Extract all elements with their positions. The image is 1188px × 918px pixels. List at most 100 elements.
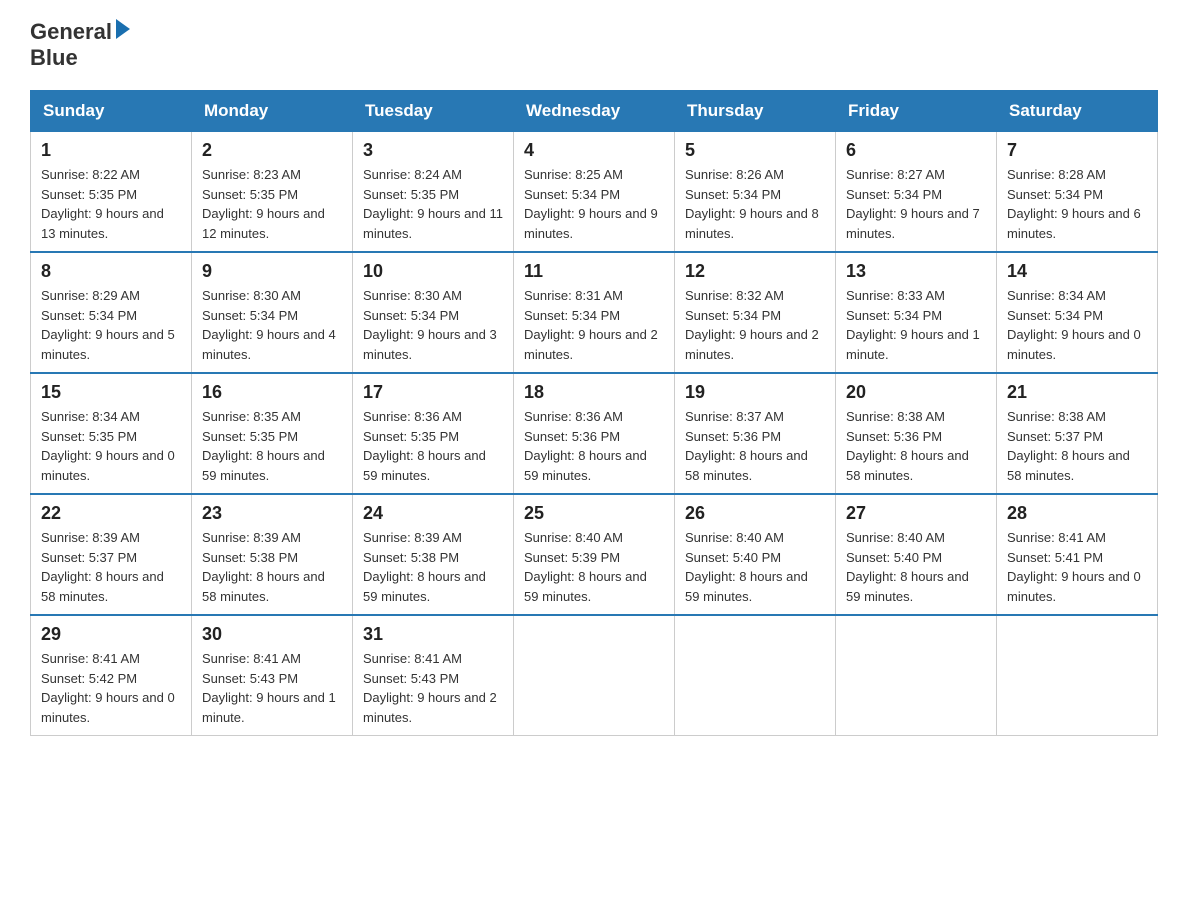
day-number: 7: [1007, 140, 1147, 161]
col-header-monday: Monday: [192, 91, 353, 132]
day-number: 8: [41, 261, 181, 282]
day-number: 22: [41, 503, 181, 524]
day-number: 1: [41, 140, 181, 161]
day-number: 30: [202, 624, 342, 645]
day-info: Sunrise: 8:41 AM Sunset: 5:43 PM Dayligh…: [363, 649, 503, 727]
day-cell: 15 Sunrise: 8:34 AM Sunset: 5:35 PM Dayl…: [31, 373, 192, 494]
day-info: Sunrise: 8:36 AM Sunset: 5:36 PM Dayligh…: [524, 407, 664, 485]
day-cell: 1 Sunrise: 8:22 AM Sunset: 5:35 PM Dayli…: [31, 132, 192, 253]
day-number: 31: [363, 624, 503, 645]
day-info: Sunrise: 8:39 AM Sunset: 5:38 PM Dayligh…: [202, 528, 342, 606]
day-cell: 20 Sunrise: 8:38 AM Sunset: 5:36 PM Dayl…: [836, 373, 997, 494]
logo-blue: Blue: [30, 46, 78, 70]
day-cell: [514, 615, 675, 736]
day-info: Sunrise: 8:38 AM Sunset: 5:37 PM Dayligh…: [1007, 407, 1147, 485]
day-cell: 17 Sunrise: 8:36 AM Sunset: 5:35 PM Dayl…: [353, 373, 514, 494]
day-number: 9: [202, 261, 342, 282]
day-number: 12: [685, 261, 825, 282]
week-row-5: 29 Sunrise: 8:41 AM Sunset: 5:42 PM Dayl…: [31, 615, 1158, 736]
day-info: Sunrise: 8:36 AM Sunset: 5:35 PM Dayligh…: [363, 407, 503, 485]
day-info: Sunrise: 8:38 AM Sunset: 5:36 PM Dayligh…: [846, 407, 986, 485]
day-number: 17: [363, 382, 503, 403]
day-number: 2: [202, 140, 342, 161]
day-cell: 26 Sunrise: 8:40 AM Sunset: 5:40 PM Dayl…: [675, 494, 836, 615]
day-number: 21: [1007, 382, 1147, 403]
day-number: 10: [363, 261, 503, 282]
day-cell: 28 Sunrise: 8:41 AM Sunset: 5:41 PM Dayl…: [997, 494, 1158, 615]
day-number: 27: [846, 503, 986, 524]
page-header: General Blue: [30, 20, 1158, 70]
day-info: Sunrise: 8:40 AM Sunset: 5:40 PM Dayligh…: [685, 528, 825, 606]
day-info: Sunrise: 8:22 AM Sunset: 5:35 PM Dayligh…: [41, 165, 181, 243]
day-cell: 21 Sunrise: 8:38 AM Sunset: 5:37 PM Dayl…: [997, 373, 1158, 494]
day-number: 25: [524, 503, 664, 524]
day-cell: 8 Sunrise: 8:29 AM Sunset: 5:34 PM Dayli…: [31, 252, 192, 373]
col-header-wednesday: Wednesday: [514, 91, 675, 132]
day-info: Sunrise: 8:34 AM Sunset: 5:35 PM Dayligh…: [41, 407, 181, 485]
day-number: 15: [41, 382, 181, 403]
day-info: Sunrise: 8:41 AM Sunset: 5:42 PM Dayligh…: [41, 649, 181, 727]
day-cell: 27 Sunrise: 8:40 AM Sunset: 5:40 PM Dayl…: [836, 494, 997, 615]
day-cell: 19 Sunrise: 8:37 AM Sunset: 5:36 PM Dayl…: [675, 373, 836, 494]
day-info: Sunrise: 8:34 AM Sunset: 5:34 PM Dayligh…: [1007, 286, 1147, 364]
day-cell: 11 Sunrise: 8:31 AM Sunset: 5:34 PM Dayl…: [514, 252, 675, 373]
day-number: 29: [41, 624, 181, 645]
header-row: SundayMondayTuesdayWednesdayThursdayFrid…: [31, 91, 1158, 132]
day-cell: 7 Sunrise: 8:28 AM Sunset: 5:34 PM Dayli…: [997, 132, 1158, 253]
calendar-table: SundayMondayTuesdayWednesdayThursdayFrid…: [30, 90, 1158, 736]
day-cell: 10 Sunrise: 8:30 AM Sunset: 5:34 PM Dayl…: [353, 252, 514, 373]
day-info: Sunrise: 8:41 AM Sunset: 5:41 PM Dayligh…: [1007, 528, 1147, 606]
day-cell: 6 Sunrise: 8:27 AM Sunset: 5:34 PM Dayli…: [836, 132, 997, 253]
day-cell: [997, 615, 1158, 736]
day-info: Sunrise: 8:39 AM Sunset: 5:38 PM Dayligh…: [363, 528, 503, 606]
day-number: 3: [363, 140, 503, 161]
day-number: 23: [202, 503, 342, 524]
day-number: 4: [524, 140, 664, 161]
day-info: Sunrise: 8:41 AM Sunset: 5:43 PM Dayligh…: [202, 649, 342, 727]
day-cell: 24 Sunrise: 8:39 AM Sunset: 5:38 PM Dayl…: [353, 494, 514, 615]
day-info: Sunrise: 8:31 AM Sunset: 5:34 PM Dayligh…: [524, 286, 664, 364]
day-info: Sunrise: 8:29 AM Sunset: 5:34 PM Dayligh…: [41, 286, 181, 364]
day-cell: 30 Sunrise: 8:41 AM Sunset: 5:43 PM Dayl…: [192, 615, 353, 736]
week-row-3: 15 Sunrise: 8:34 AM Sunset: 5:35 PM Dayl…: [31, 373, 1158, 494]
day-number: 14: [1007, 261, 1147, 282]
day-info: Sunrise: 8:27 AM Sunset: 5:34 PM Dayligh…: [846, 165, 986, 243]
day-info: Sunrise: 8:33 AM Sunset: 5:34 PM Dayligh…: [846, 286, 986, 364]
day-info: Sunrise: 8:40 AM Sunset: 5:39 PM Dayligh…: [524, 528, 664, 606]
week-row-2: 8 Sunrise: 8:29 AM Sunset: 5:34 PM Dayli…: [31, 252, 1158, 373]
day-number: 11: [524, 261, 664, 282]
day-number: 26: [685, 503, 825, 524]
week-row-1: 1 Sunrise: 8:22 AM Sunset: 5:35 PM Dayli…: [31, 132, 1158, 253]
day-cell: 25 Sunrise: 8:40 AM Sunset: 5:39 PM Dayl…: [514, 494, 675, 615]
day-info: Sunrise: 8:32 AM Sunset: 5:34 PM Dayligh…: [685, 286, 825, 364]
day-cell: 18 Sunrise: 8:36 AM Sunset: 5:36 PM Dayl…: [514, 373, 675, 494]
logo-general: General: [30, 20, 112, 44]
day-info: Sunrise: 8:30 AM Sunset: 5:34 PM Dayligh…: [202, 286, 342, 364]
day-number: 28: [1007, 503, 1147, 524]
day-cell: 31 Sunrise: 8:41 AM Sunset: 5:43 PM Dayl…: [353, 615, 514, 736]
day-cell: [675, 615, 836, 736]
day-number: 13: [846, 261, 986, 282]
day-cell: 13 Sunrise: 8:33 AM Sunset: 5:34 PM Dayl…: [836, 252, 997, 373]
col-header-friday: Friday: [836, 91, 997, 132]
day-info: Sunrise: 8:28 AM Sunset: 5:34 PM Dayligh…: [1007, 165, 1147, 243]
day-cell: 29 Sunrise: 8:41 AM Sunset: 5:42 PM Dayl…: [31, 615, 192, 736]
day-info: Sunrise: 8:40 AM Sunset: 5:40 PM Dayligh…: [846, 528, 986, 606]
day-cell: [836, 615, 997, 736]
day-number: 24: [363, 503, 503, 524]
col-header-sunday: Sunday: [31, 91, 192, 132]
day-info: Sunrise: 8:37 AM Sunset: 5:36 PM Dayligh…: [685, 407, 825, 485]
day-info: Sunrise: 8:26 AM Sunset: 5:34 PM Dayligh…: [685, 165, 825, 243]
logo: General Blue: [30, 20, 130, 70]
col-header-saturday: Saturday: [997, 91, 1158, 132]
logo-arrow-icon: [116, 19, 130, 39]
day-info: Sunrise: 8:25 AM Sunset: 5:34 PM Dayligh…: [524, 165, 664, 243]
day-number: 5: [685, 140, 825, 161]
day-number: 19: [685, 382, 825, 403]
col-header-tuesday: Tuesday: [353, 91, 514, 132]
day-cell: 12 Sunrise: 8:32 AM Sunset: 5:34 PM Dayl…: [675, 252, 836, 373]
day-cell: 2 Sunrise: 8:23 AM Sunset: 5:35 PM Dayli…: [192, 132, 353, 253]
day-info: Sunrise: 8:24 AM Sunset: 5:35 PM Dayligh…: [363, 165, 503, 243]
day-cell: 23 Sunrise: 8:39 AM Sunset: 5:38 PM Dayl…: [192, 494, 353, 615]
day-cell: 5 Sunrise: 8:26 AM Sunset: 5:34 PM Dayli…: [675, 132, 836, 253]
